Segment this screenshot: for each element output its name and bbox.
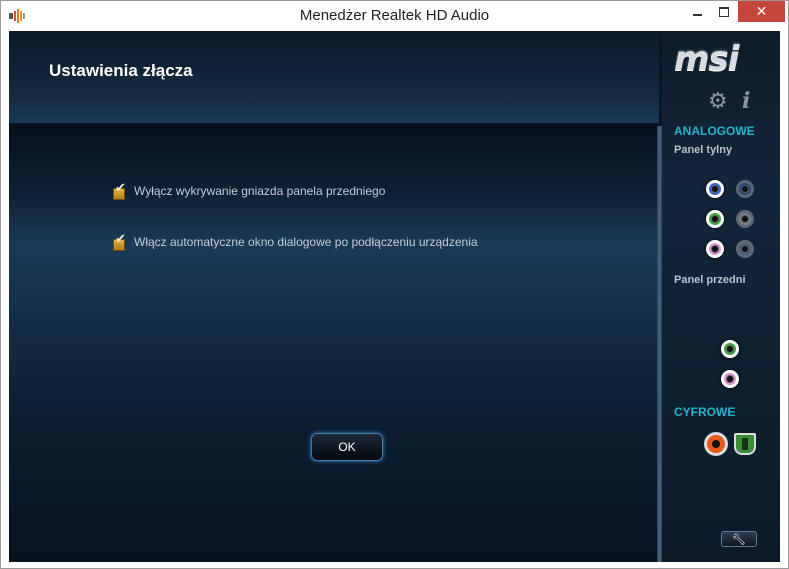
connector-settings-panel: ✔ Wyłącz wykrywanie gniazda panela przed…	[9, 123, 659, 562]
minimize-button[interactable]	[684, 1, 710, 22]
analog-section-title: ANALOGOWE	[674, 124, 755, 138]
checkbox-disable-front-jack-detection[interactable]: ✔	[113, 180, 128, 200]
gear-icon[interactable]: ⚙	[708, 91, 728, 113]
window-title: Menedżer Realtek HD Audio	[299, 7, 490, 24]
client-area: Ustawienia złącza ✔ Wyłącz wykrywanie gn…	[9, 31, 780, 562]
close-icon: ✕	[755, 3, 768, 20]
msi-logo: msi	[674, 39, 739, 79]
maximize-icon	[719, 6, 729, 17]
jack-rear-rear-speaker[interactable]	[736, 210, 754, 228]
checkmark-icon: ✔	[115, 180, 126, 196]
page-title: Ustawienia złącza	[49, 61, 193, 80]
jack-rear-line-in[interactable]	[706, 180, 724, 198]
checkmark-icon: ✔	[115, 231, 126, 247]
jack-front-headphone[interactable]	[721, 340, 739, 358]
realtek-audio-window: Menedżer Realtek HD Audio ✕ Ustawienia z…	[0, 0, 789, 569]
spdif-optical-port[interactable]	[734, 433, 756, 455]
title-bar[interactable]: Menedżer Realtek HD Audio ✕	[1, 1, 788, 31]
option-disable-front-jack-detection[interactable]: ✔ Wyłącz wykrywanie gniazda panela przed…	[113, 180, 386, 200]
minimize-icon	[692, 13, 702, 16]
checkbox-enable-auto-popup[interactable]: ✔	[113, 231, 128, 251]
front-panel-label: Panel przedni	[674, 274, 746, 286]
jack-rear-side-speaker[interactable]	[736, 180, 754, 198]
info-icon[interactable]: i	[742, 90, 750, 112]
wrench-icon: 🔧︎	[732, 532, 746, 546]
jack-rear-center-sub[interactable]	[736, 240, 754, 258]
advanced-settings-button[interactable]: 🔧︎	[721, 531, 757, 547]
jack-front-mic[interactable]	[721, 370, 739, 388]
rear-panel-label: Panel tylny	[674, 144, 733, 156]
option-enable-auto-popup[interactable]: ✔ Włącz automatyczne okno dialogowe po p…	[113, 231, 478, 251]
maximize-button[interactable]	[711, 1, 737, 22]
option-label: Włącz automatyczne okno dialogowe po pod…	[134, 235, 478, 249]
spdif-coaxial-port[interactable]	[704, 432, 728, 456]
jack-rear-mic-in[interactable]	[706, 240, 724, 258]
digital-section-title: CYFROWE	[674, 405, 736, 419]
jack-rear-front-speaker[interactable]	[706, 210, 724, 228]
close-button[interactable]: ✕	[738, 1, 785, 22]
page-header: Ustawienia złącza	[9, 31, 659, 123]
option-label: Wyłącz wykrywanie gniazda panela przedni…	[134, 184, 386, 198]
ok-button[interactable]: OK	[311, 433, 383, 461]
connector-sidebar: msi ⚙ i ANALOGOWE Panel tylny Panel prze…	[662, 31, 780, 562]
